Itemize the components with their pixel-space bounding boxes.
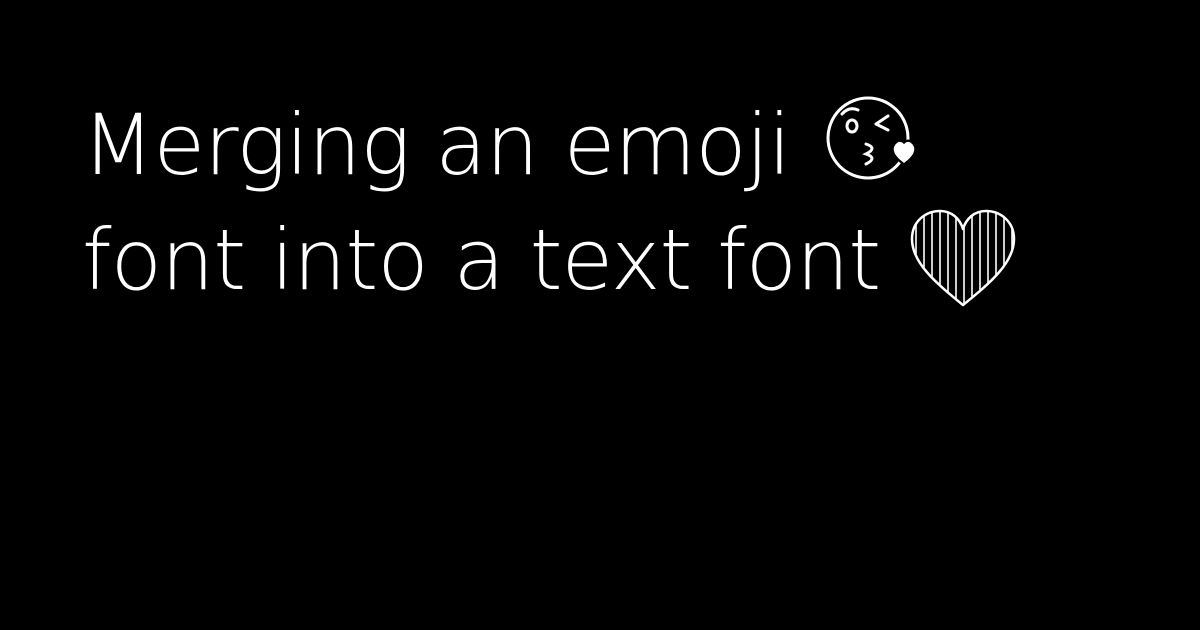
title-line-1: Merging an emoji — [82, 88, 1020, 203]
title-line-2: font into a text font — [82, 203, 1020, 318]
striped-heart-icon — [906, 207, 1020, 311]
kissing-face-icon — [816, 92, 922, 182]
social-card: Merging an emoji font into a text font — [0, 0, 1200, 630]
page-title: Merging an emoji font into a text font — [82, 88, 1020, 318]
title-line-2-text: font into a text font — [82, 211, 881, 309]
title-line-1-text: Merging an emoji — [82, 96, 791, 194]
